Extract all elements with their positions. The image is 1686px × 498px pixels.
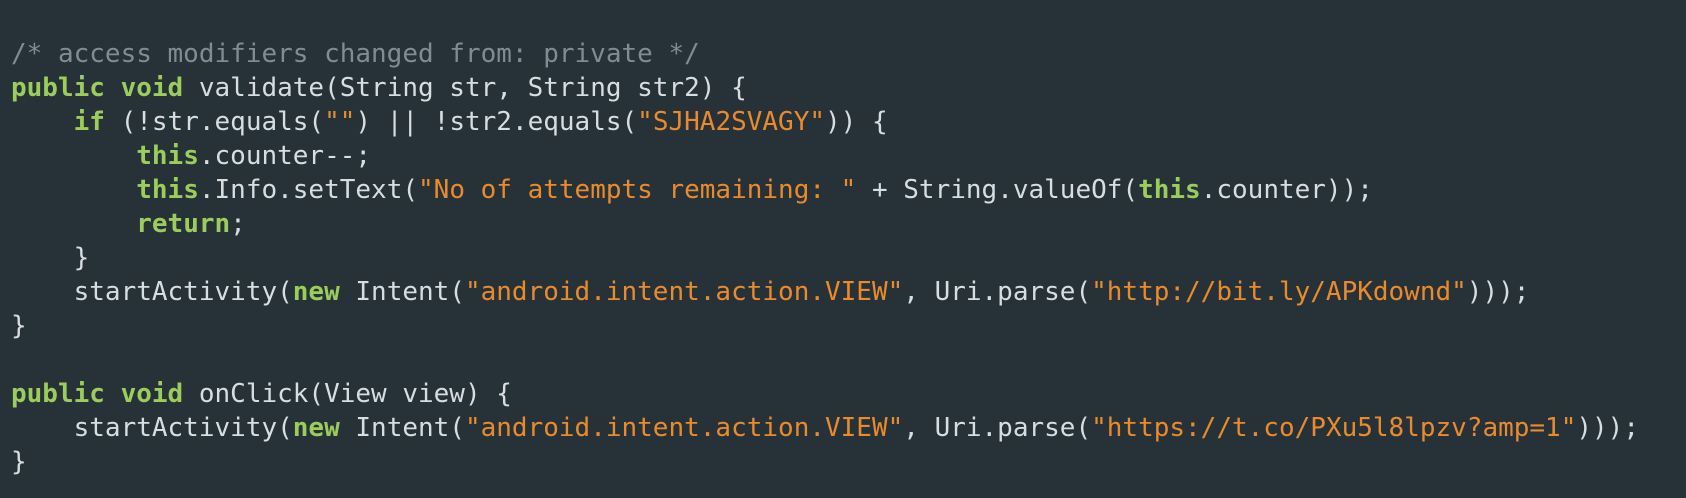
code-text: .counter--;	[198, 141, 372, 171]
code-text: }	[11, 447, 27, 477]
code-text: )));	[1466, 277, 1530, 307]
code-line[interactable]: if (!str.equals("") || !str2.equals("SJH…	[11, 105, 1686, 139]
code-keyword: this	[1138, 175, 1201, 205]
code-line[interactable]: public void onClick(View view) {	[11, 377, 1686, 411]
code-string: "SJHA2SVAGY"	[637, 107, 826, 137]
code-text: , Uri.parse(	[903, 277, 1092, 307]
code-keyword: public	[11, 73, 105, 103]
code-text: (!str.equals(	[104, 107, 325, 137]
code-keyword: new	[292, 413, 340, 443]
code-string: "http://bit.ly/APKdownd"	[1091, 277, 1467, 307]
code-string: "https://t.co/PXu5l8lpzv?amp=1"	[1091, 413, 1577, 443]
code-text: startActivity(	[11, 277, 293, 307]
code-text: onClick(View view) {	[183, 379, 512, 409]
code-keyword: if	[73, 107, 105, 137]
code-string: "android.intent.action.VIEW"	[464, 277, 904, 307]
code-text: + String.valueOf(	[856, 175, 1139, 205]
code-string: "No of attempts remaining: "	[418, 175, 857, 205]
code-text: )));	[1576, 413, 1639, 443]
code-line[interactable]: return;	[11, 207, 1686, 241]
code-text: validate(String str, String str2) {	[183, 73, 747, 103]
code-line[interactable]	[11, 343, 1686, 377]
code-line[interactable]: this.Info.setText("No of attempts remain…	[11, 173, 1686, 207]
code-string: ""	[324, 107, 356, 137]
code-text: , Uri.parse(	[903, 413, 1092, 443]
code-keyword: this	[136, 175, 199, 205]
code-string: "android.intent.action.VIEW"	[464, 413, 904, 443]
code-text: startActivity(	[11, 413, 293, 443]
code-keyword: void	[120, 379, 184, 409]
code-line[interactable]: this.counter--;	[11, 139, 1686, 173]
code-text: }	[11, 311, 27, 341]
code-keyword: return	[136, 209, 231, 239]
code-line[interactable]: startActivity(new Intent("android.intent…	[11, 275, 1686, 309]
code-line[interactable]: startActivity(new Intent("android.intent…	[11, 411, 1686, 445]
code-keyword: void	[120, 73, 184, 103]
code-comment: /* access modifiers changed from: privat…	[11, 39, 700, 69]
code-keyword: new	[292, 277, 340, 307]
code-text: )) {	[825, 107, 888, 137]
code-text: ;	[230, 209, 246, 239]
code-line[interactable]: public void validate(String str, String …	[11, 71, 1686, 105]
code-editor[interactable]: /* access modifiers changed from: privat…	[0, 0, 1686, 498]
code-text: .counter));	[1200, 175, 1373, 205]
code-text: Intent(	[339, 413, 465, 443]
code-text: .Info.setText(	[198, 175, 419, 205]
code-text: }	[11, 243, 90, 273]
code-line[interactable]: /* access modifiers changed from: privat…	[11, 37, 1686, 71]
code-keyword: public	[11, 379, 105, 409]
code-keyword: this	[136, 141, 199, 171]
code-line[interactable]: }	[11, 309, 1686, 343]
code-line[interactable]: }	[11, 445, 1686, 479]
code-line[interactable]: }	[11, 241, 1686, 275]
code-text: Intent(	[339, 277, 465, 307]
code-text: ) || !str2.equals(	[355, 107, 638, 137]
